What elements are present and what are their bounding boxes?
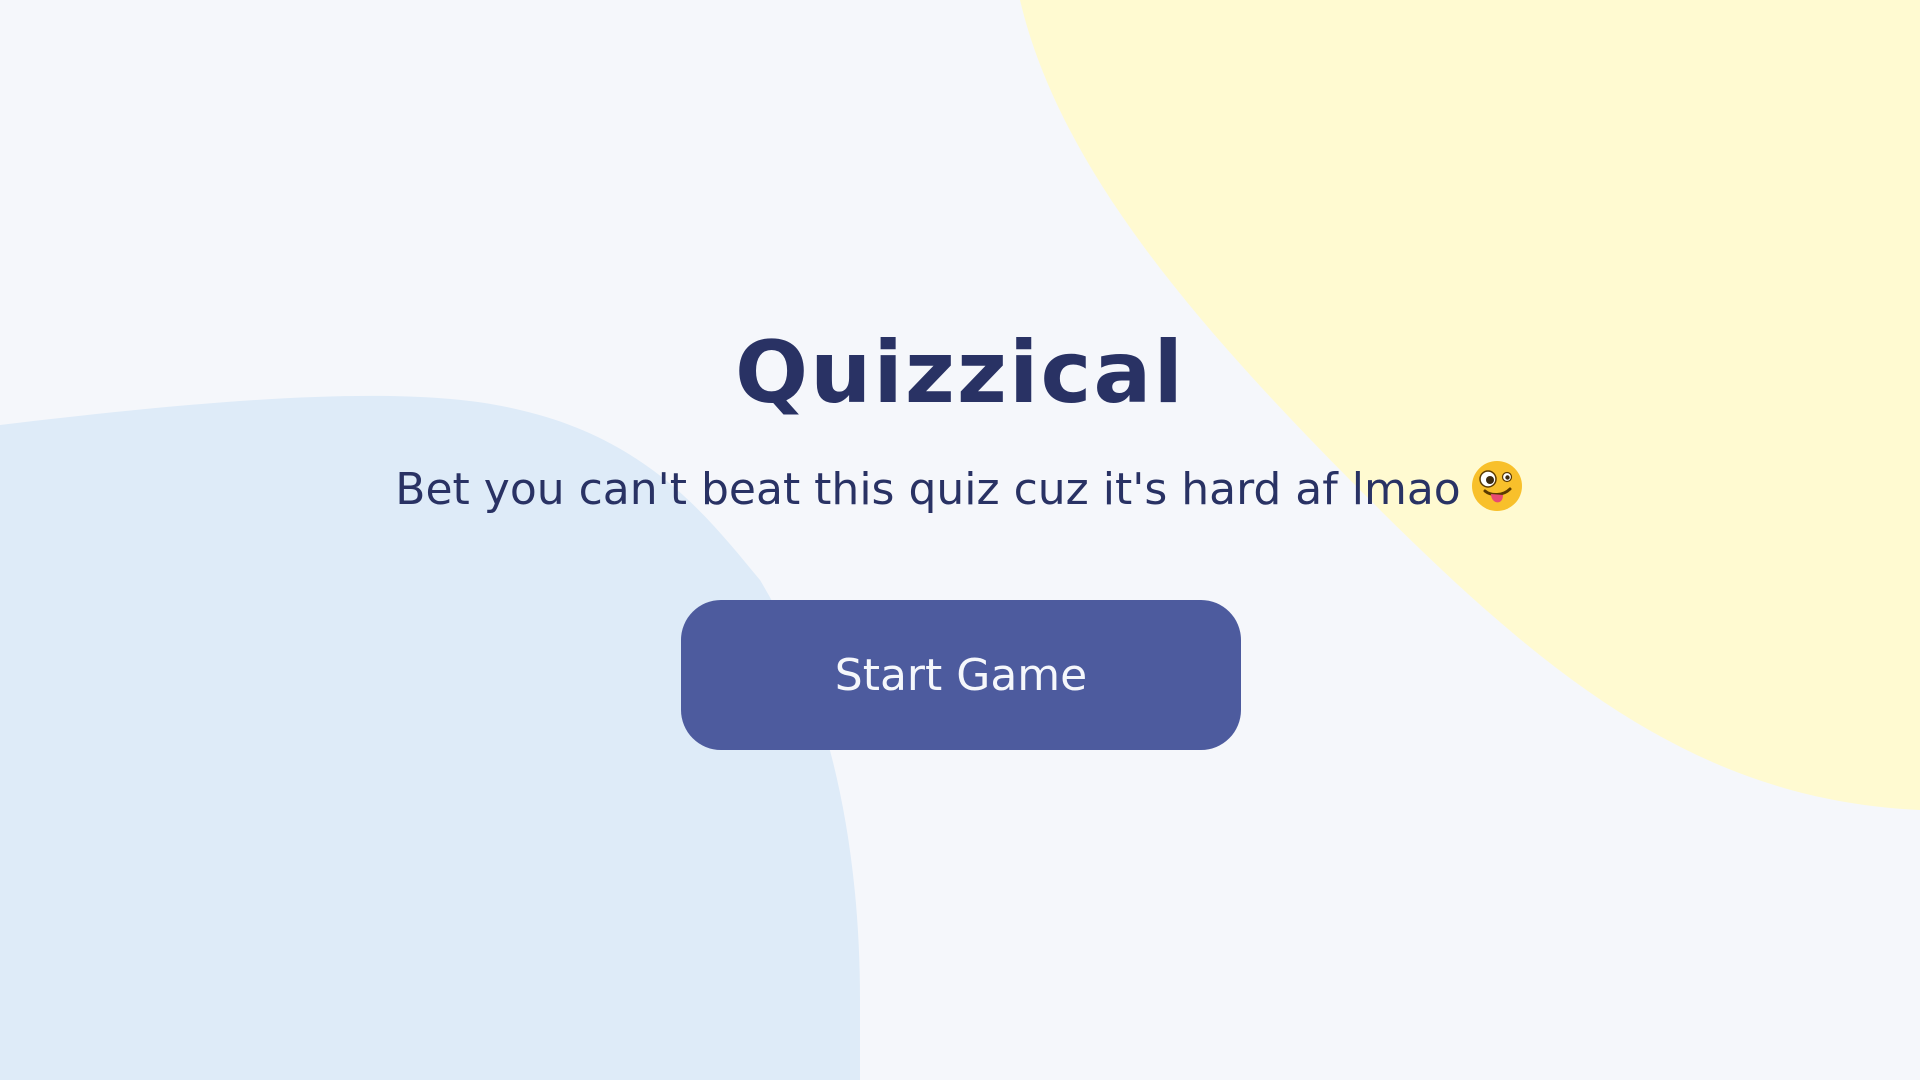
intro-section: Quizzical Bet you can't beat this quiz c… xyxy=(0,0,1920,1080)
subtitle-text: Bet you can't beat this quiz cuz it's ha… xyxy=(395,464,1461,515)
page-title: Quizzical xyxy=(735,323,1185,423)
start-game-button[interactable]: Start Game xyxy=(681,600,1241,750)
intro-page: Quizzical Bet you can't beat this quiz c… xyxy=(0,0,1920,1080)
zany-face-icon xyxy=(1469,458,1525,527)
page-subtitle: Bet you can't beat this quiz cuz it's ha… xyxy=(0,458,1920,527)
